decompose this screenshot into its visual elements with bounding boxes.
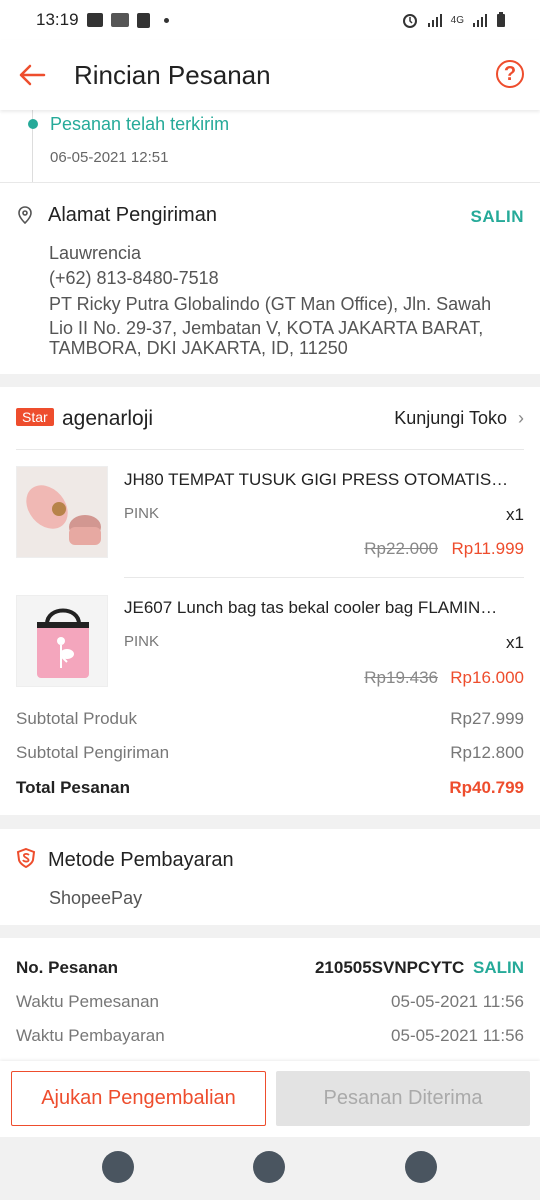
- back-arrow-icon[interactable]: [16, 59, 48, 91]
- signal-icon-2: [473, 14, 487, 27]
- product-qty: x1: [506, 505, 524, 524]
- product-price: Rp16.000: [450, 668, 524, 687]
- alarm-icon: [402, 14, 417, 28]
- order-time-value: 05-05-2021 11:56: [391, 992, 524, 1011]
- message-icon: [86, 13, 103, 27]
- star-seller-badge: Star: [16, 408, 54, 426]
- weather-icon: [110, 13, 129, 27]
- shipment-status[interactable]: Pesanan telah terkirim: [50, 114, 229, 135]
- payment-time-value: 05-05-2021 11:56: [391, 1026, 524, 1045]
- product-price: Rp11.999: [451, 539, 524, 558]
- subtotal-shipping-value: Rp12.800: [450, 743, 524, 762]
- notification-dot-icon: [163, 17, 169, 23]
- product-variant: PINK: [124, 633, 160, 650]
- status-bar: 13:19 4G: [0, 0, 540, 40]
- address-title: Alamat Pengiriman: [48, 204, 217, 226]
- battery-icon: [497, 12, 505, 27]
- product-name[interactable]: JH80 TEMPAT TUSUK GIGI PRESS OTOMATIS…: [124, 470, 516, 490]
- order-time-label: Waktu Pemesanan: [16, 992, 159, 1011]
- toothpick-holder-image: [17, 467, 107, 557]
- address-line-3: TAMBORA, DKI JAKARTA, ID, 11250: [49, 338, 348, 358]
- payment-card: [0, 829, 540, 925]
- action-footer: Ajukan Pengembalian Pesanan Diterima: [0, 1061, 540, 1137]
- shopee-pay-icon: [16, 848, 36, 868]
- nav-recents-icon[interactable]: [405, 1151, 437, 1183]
- visit-shop-link[interactable]: Kunjungi Toko ›: [394, 408, 524, 429]
- subtotal-product-value: Rp27.999: [450, 709, 524, 728]
- divider: [124, 577, 524, 578]
- total-label: Total Pesanan: [16, 778, 130, 797]
- lunch-bag-image: [17, 596, 107, 686]
- product-original-price: Rp19.436: [364, 668, 438, 687]
- timeline-dot: [28, 119, 38, 129]
- status-right: 4G: [401, 11, 506, 29]
- product-variant: PINK: [124, 505, 160, 522]
- shopee-bag-icon: [136, 12, 150, 28]
- product-image-lunch-bag[interactable]: [16, 595, 108, 687]
- subtotal-shipping-label: Subtotal Pengiriman: [16, 743, 170, 762]
- visit-shop-label: Kunjungi Toko: [394, 408, 507, 428]
- copy-order-number-button[interactable]: SALIN: [473, 958, 524, 977]
- total-value: Rp40.799: [449, 778, 524, 797]
- subtotal-product-label: Subtotal Produk: [16, 709, 137, 728]
- product-original-price: Rp22.000: [364, 539, 438, 558]
- chevron-right-icon: ›: [518, 408, 524, 428]
- shop-name[interactable]: agenarloji: [62, 407, 153, 431]
- recipient-phone: (+62) 813-8480-7518: [49, 268, 219, 288]
- order-number: 210505SVNPCYTC: [314, 958, 465, 977]
- help-icon[interactable]: ?: [496, 60, 524, 88]
- app-bar: Rincian Pesanan ?: [0, 40, 540, 110]
- request-return-button[interactable]: Ajukan Pengembalian: [11, 1071, 266, 1126]
- nav-home-icon[interactable]: [253, 1151, 285, 1183]
- system-nav-bar: [0, 1137, 540, 1200]
- order-number-row: 210505SVNPCYTC SALIN: [315, 958, 524, 978]
- status-left: 13:19: [36, 10, 169, 30]
- product-qty: x1: [506, 633, 524, 652]
- payment-time-label: Waktu Pembayaran: [16, 1026, 165, 1045]
- copy-address-button[interactable]: SALIN: [471, 207, 525, 227]
- signal-icon: [427, 14, 442, 27]
- payment-title: Metode Pembayaran: [48, 849, 234, 871]
- address-line-1: PT Ricky Putra Globalindo (GT Man Office…: [49, 294, 492, 314]
- order-received-button[interactable]: Pesanan Diterima: [276, 1071, 530, 1126]
- location-pin-icon: [18, 206, 32, 224]
- product-image-toothpick-holder[interactable]: [16, 466, 108, 558]
- divider: [0, 182, 540, 183]
- recipient-name: Lauwrencia: [49, 243, 142, 263]
- divider: [16, 449, 524, 450]
- status-time: 13:19: [36, 10, 79, 29]
- network-type: 4G: [450, 14, 464, 26]
- product-name[interactable]: JE607 Lunch bag tas bekal cooler bag FLA…: [124, 598, 516, 618]
- nav-back-icon[interactable]: [102, 1151, 134, 1183]
- shipment-datetime: 06-05-2021 12:51: [50, 149, 169, 166]
- order-number-label: No. Pesanan: [16, 958, 119, 977]
- payment-method: ShopeePay: [49, 888, 143, 908]
- page-title: Rincian Pesanan: [74, 60, 271, 90]
